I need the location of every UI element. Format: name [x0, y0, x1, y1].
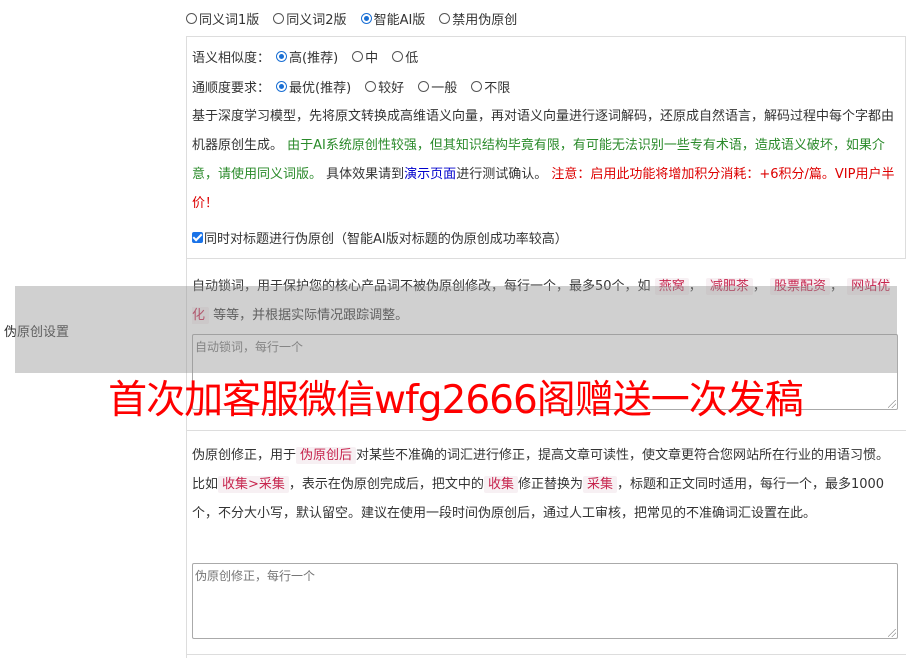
demo-page-link[interactable]: 演示页面 — [404, 167, 456, 182]
radio-selected-icon[interactable] — [276, 81, 288, 92]
example-tag: 收集 — [483, 476, 518, 493]
similarity-mid-radio[interactable]: 中 — [352, 47, 378, 66]
fluency-best-radio[interactable]: 最优(推荐) — [276, 77, 351, 96]
mode-synonym2-radio[interactable]: 同义词2版 — [273, 9, 347, 28]
gray-overlay — [15, 286, 897, 373]
fluency-good-radio[interactable]: 较好 — [365, 77, 404, 96]
option-label: 高(推荐) — [289, 51, 339, 66]
similarity-label: 语义相似度： — [192, 51, 271, 66]
option-label: 一般 — [431, 81, 458, 96]
mode-label: 智能AI版 — [373, 13, 426, 28]
resize-handle-icon[interactable] — [888, 629, 896, 637]
mode-label: 禁用伪原创 — [452, 13, 518, 28]
radio-selected-icon[interactable] — [276, 51, 288, 62]
ai-desc-text: 进行测试确认。 — [456, 167, 548, 182]
ai-description: 基于深度学习模型，先将原文转换成高维语义向量，再对语义向量进行逐词解码，还原成自… — [192, 102, 900, 218]
radio-icon[interactable] — [439, 13, 451, 24]
mode-ai-radio[interactable]: 智能AI版 — [360, 9, 426, 28]
placeholder: 伪原创修正，每行一个 — [195, 569, 316, 583]
option-label: 不限 — [484, 81, 511, 96]
fluency-normal-radio[interactable]: 一般 — [418, 77, 457, 96]
fluency-label: 通顺度要求： — [192, 81, 271, 96]
radio-icon[interactable] — [418, 81, 430, 92]
mode-synonym1-radio[interactable]: 同义词1版 — [186, 9, 259, 28]
title-pseudo-original-checkbox[interactable]: 同时对标题进行伪原创（智能AI版对标题的伪原创成功率较高） — [192, 228, 568, 247]
similarity-row: 语义相似度： 高(推荐) 中 低 — [192, 47, 418, 66]
option-label: 较好 — [378, 81, 405, 96]
mode-label: 同义词1版 — [199, 13, 260, 28]
ai-desc-text: 具体效果请到 — [326, 167, 405, 182]
checkbox-checked-icon[interactable] — [192, 232, 203, 243]
mode-disable-radio[interactable]: 禁用伪原创 — [439, 9, 517, 28]
checkbox-label: 同时对标题进行伪原创（智能AI版对标题的伪原创成功率较高） — [204, 232, 568, 247]
example-tag: 收集>采集 — [218, 476, 289, 493]
example-tag: 伪原创后 — [296, 447, 357, 464]
example-tag: 采集 — [582, 476, 617, 493]
radio-icon[interactable] — [365, 81, 377, 92]
option-label: 中 — [365, 51, 379, 66]
divider — [186, 258, 906, 259]
divider — [186, 430, 906, 431]
radio-icon[interactable] — [471, 81, 483, 92]
fluency-any-radio[interactable]: 不限 — [471, 77, 510, 96]
correction-textarea[interactable]: 伪原创修正，每行一个 — [192, 563, 898, 639]
correction-text: ，表示在伪原创完成后，把文中的 — [288, 477, 484, 492]
divider — [186, 654, 906, 655]
mode-radio-group: 同义词1版 同义词2版 智能AI版 禁用伪原创 — [186, 9, 517, 28]
correction-text: 伪原创修正，用于 — [192, 448, 297, 463]
mode-label: 同义词2版 — [286, 13, 347, 28]
promo-watermark: 首次加客服微信wfg2666阁赠送一次发稿 — [108, 378, 804, 423]
option-label: 最优(推荐) — [289, 81, 352, 96]
similarity-low-radio[interactable]: 低 — [392, 47, 418, 66]
radio-icon[interactable] — [352, 51, 364, 62]
radio-icon[interactable] — [392, 51, 404, 62]
fluency-row: 通顺度要求： 最优(推荐) 较好 一般 不限 — [192, 77, 510, 96]
radio-selected-icon[interactable] — [360, 13, 372, 24]
correction-description: 伪原创修正，用于 伪原创后 对某些不准确的词汇进行修正，提高文章可读性，使文章更符合… — [192, 441, 900, 528]
similarity-high-radio[interactable]: 高(推荐) — [276, 47, 338, 66]
radio-icon[interactable] — [186, 13, 197, 24]
radio-icon[interactable] — [273, 13, 285, 24]
option-label: 低 — [405, 51, 419, 66]
correction-text: 修正替换为 — [517, 477, 583, 492]
